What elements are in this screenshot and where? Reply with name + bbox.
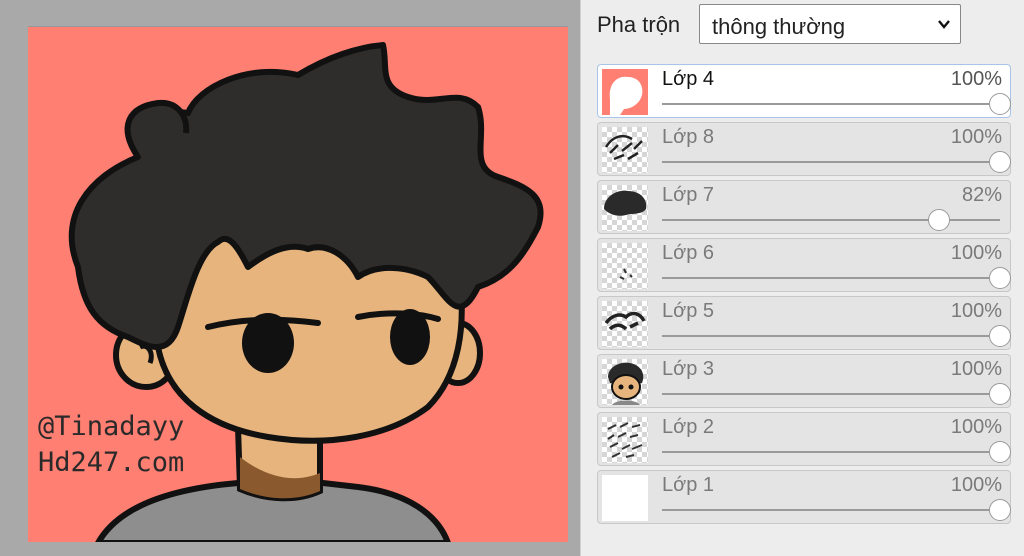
opacity-slider-track[interactable] [662,509,1000,511]
layer-name: Lớp 2 [662,416,715,438]
layer-thumbnail[interactable] [602,69,648,115]
layer-opacity-value: 100% [950,358,1002,380]
opacity-slider-track[interactable] [662,451,1000,453]
opacity-slider-handle[interactable] [989,151,1011,173]
layer-row[interactable]: Lớp 3 100% [597,354,1011,408]
blend-mode-label: Pha trộn [597,12,681,37]
layer-row[interactable]: Lớp 4 100% [597,64,1011,118]
opacity-slider-handle[interactable] [989,383,1011,405]
layer-thumbnail[interactable] [602,127,648,173]
layer-row[interactable]: Lớp 2 100% [597,412,1011,466]
layer-thumbnail[interactable] [602,301,648,347]
opacity-slider-track[interactable] [662,161,1000,163]
layer-name: Lớp 6 [662,242,715,264]
opacity-slider-track[interactable] [662,393,1000,395]
layer-opacity-value: 100% [950,300,1002,322]
layer-name: Lớp 1 [662,474,715,496]
layer-thumbnail[interactable] [602,359,648,405]
opacity-slider-handle[interactable] [928,209,951,231]
layer-thumbnail[interactable] [602,417,648,463]
canvas-area[interactable]: @Tinadayy Hd247.com [0,0,580,556]
layer-thumbnail[interactable] [602,243,648,289]
layer-row[interactable]: Lớp 8 100% [597,122,1011,176]
layer-row[interactable]: Lớp 1 100% [597,470,1011,524]
layers-panel: Pha trộn thông thường Lớp 4 100% Lớp 8 100%… [580,0,1024,556]
layer-thumbnail[interactable] [602,185,648,231]
opacity-slider-track[interactable] [662,103,1000,105]
watermark-handle: @Tinadayy [38,411,185,442]
opacity-slider-track[interactable] [662,277,1000,279]
blend-mode-select[interactable]: thông thường [699,4,961,44]
layer-thumbnail[interactable] [602,475,648,521]
layer-opacity-value: 100% [950,126,1002,148]
layer-opacity-value: 100% [950,68,1002,90]
layer-row[interactable]: Lớp 5 100% [597,296,1011,350]
opacity-slider-handle[interactable] [989,325,1011,347]
layer-name: Lớp 5 [662,300,715,322]
layer-name: Lớp 4 [662,68,715,90]
layer-name: Lớp 3 [662,358,715,380]
layer-opacity-value: 100% [950,474,1002,496]
opacity-slider-handle[interactable] [989,441,1011,463]
layer-row[interactable]: Lớp 7 82% [597,180,1011,234]
chevron-down-icon [938,20,950,29]
layer-name: Lớp 7 [662,184,715,206]
blend-mode-value: thông thường [712,14,846,39]
watermark-site: Hd247.com [38,447,185,478]
layer-row[interactable]: Lớp 6 100% [597,238,1011,292]
layer-opacity-value: 100% [950,242,1002,264]
layer-opacity-value: 82% [961,184,1002,206]
artwork-canvas[interactable]: @Tinadayy Hd247.com [28,26,568,542]
opacity-slider-handle[interactable] [989,93,1011,115]
opacity-slider-handle[interactable] [989,499,1011,521]
opacity-slider-handle[interactable] [989,267,1011,289]
layer-name: Lớp 8 [662,126,715,148]
opacity-slider-track[interactable] [662,335,1000,337]
layer-opacity-value: 100% [950,416,1002,438]
